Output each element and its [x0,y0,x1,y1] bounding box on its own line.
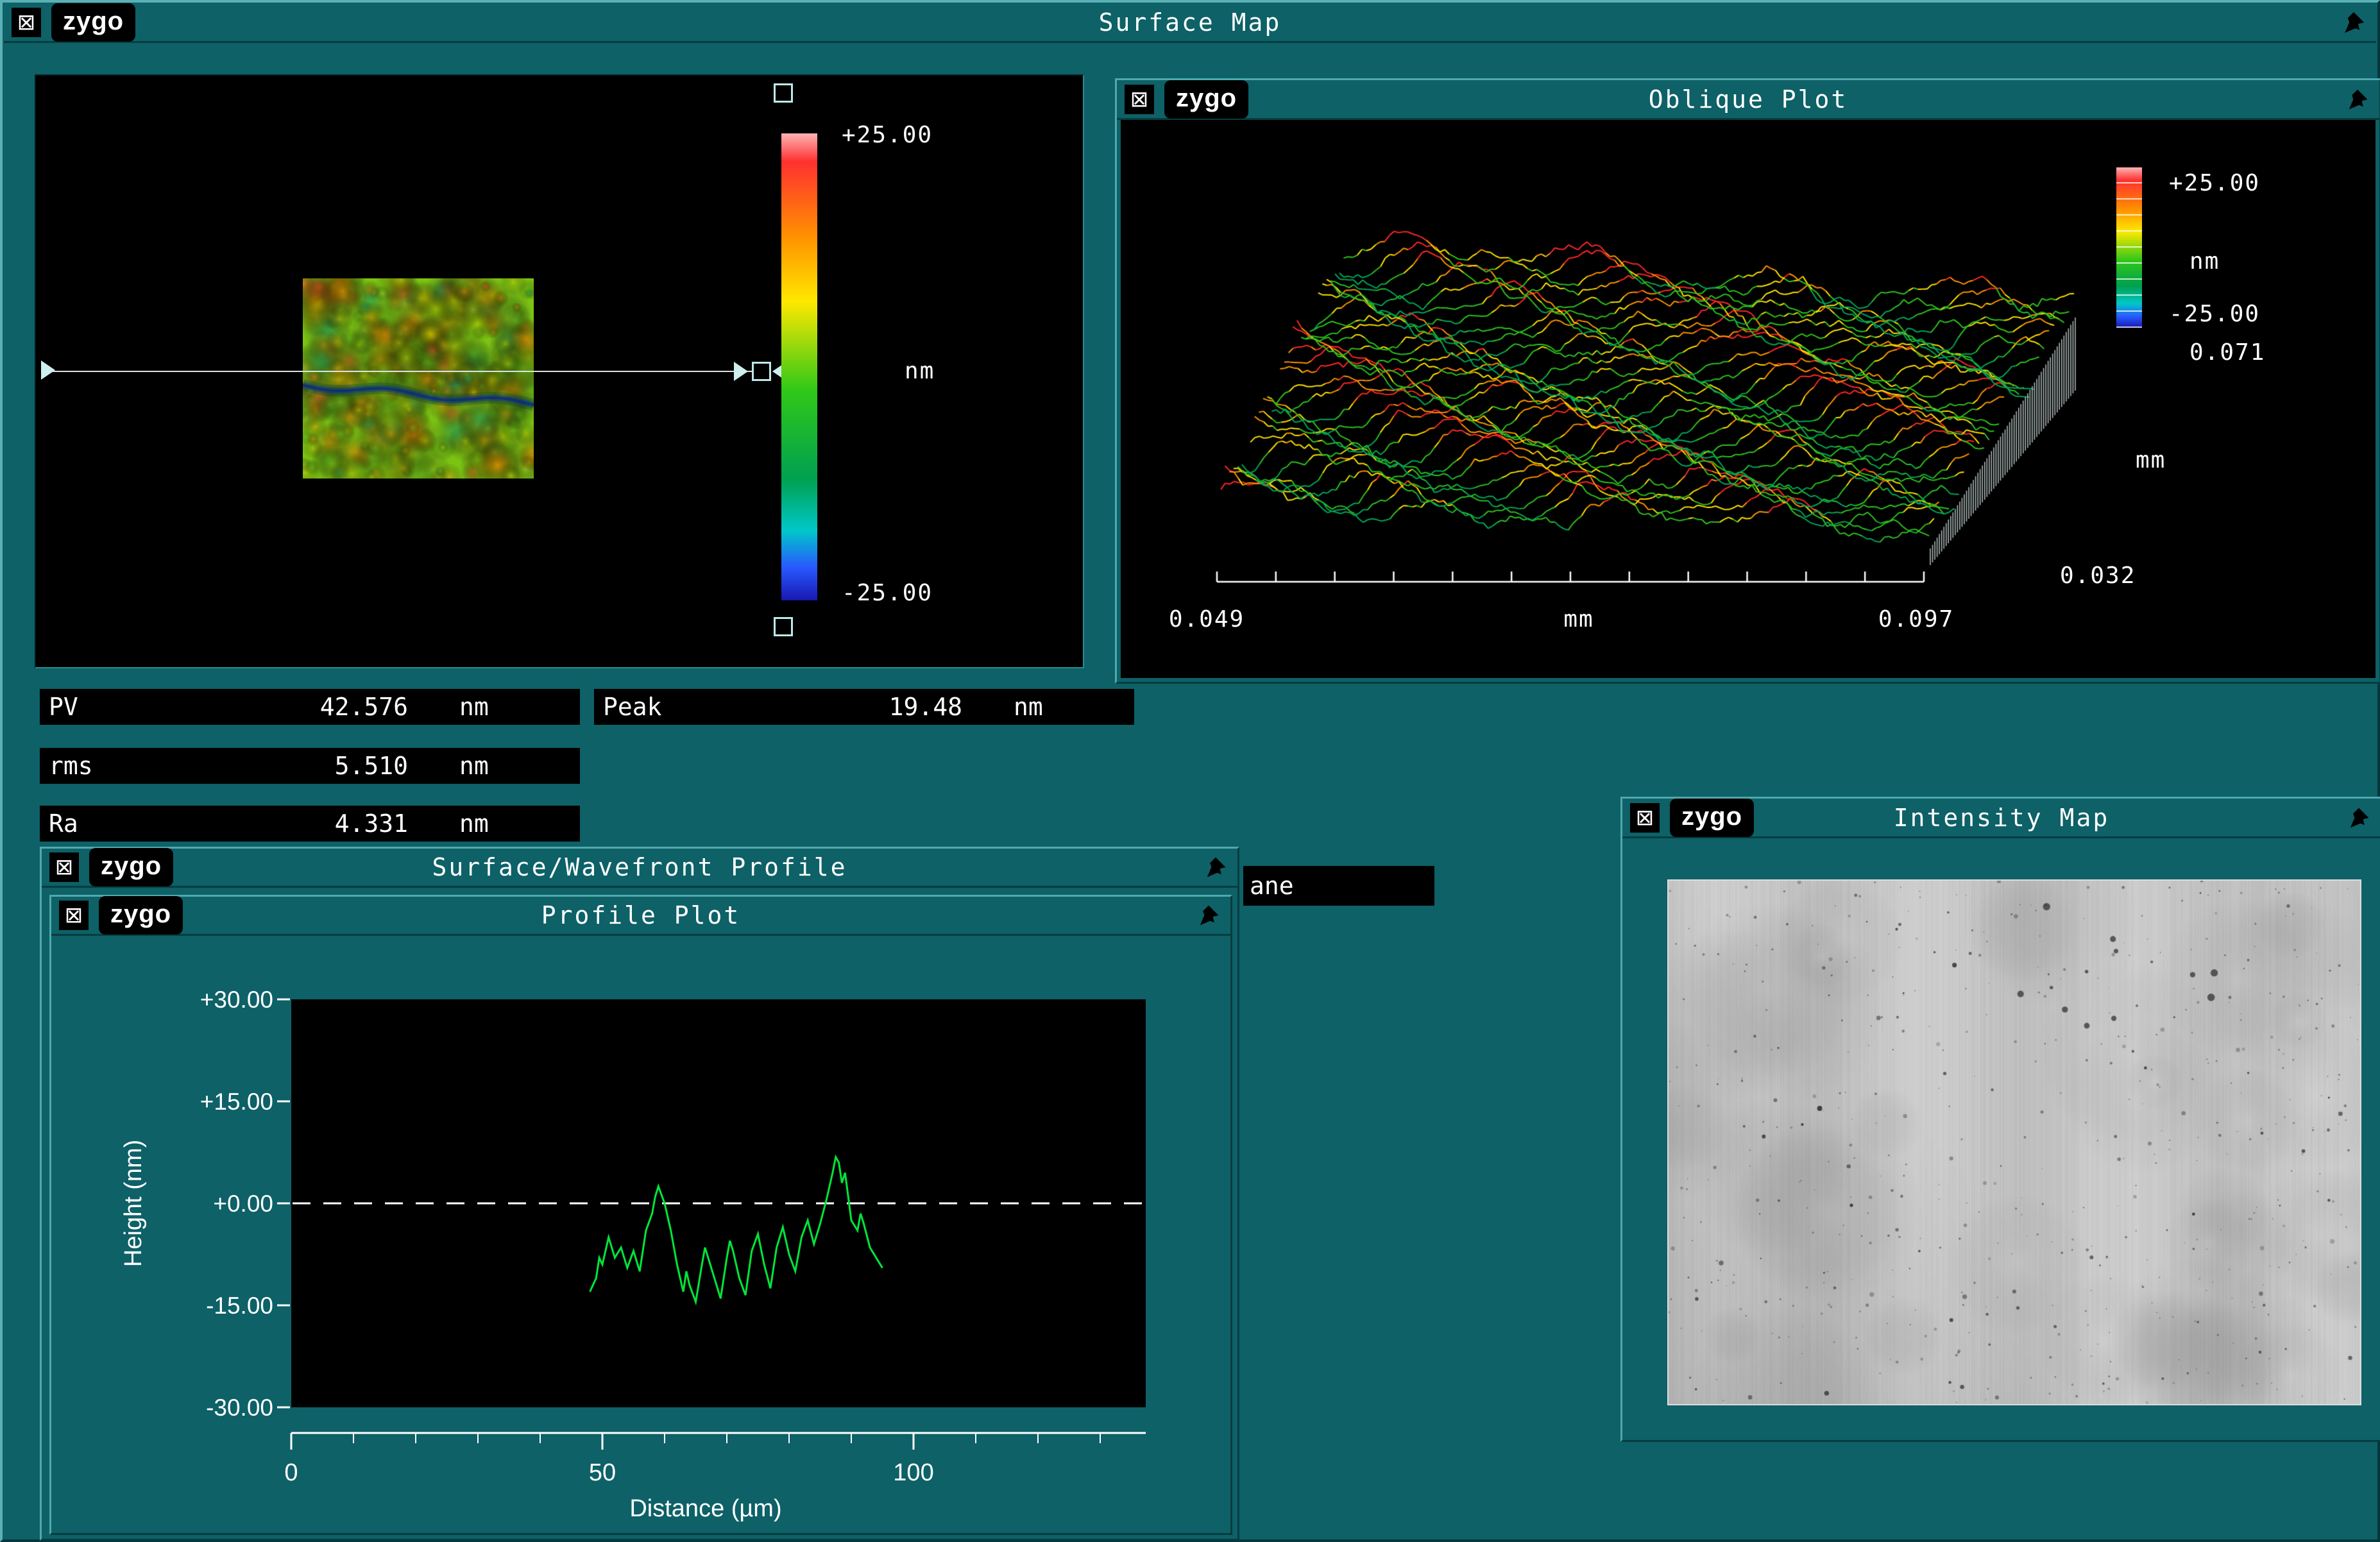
surface-height-map-image[interactable] [303,278,534,479]
svg-text:100: 100 [893,1459,933,1486]
oblique-yspan-label: 0.071 [2189,339,2265,366]
window-title: Surface/Wavefront Profile [42,853,1237,881]
profile-slice-line[interactable] [50,371,753,372]
oblique-colorbar[interactable] [2116,167,2142,328]
result-name: Ra [40,809,203,838]
result-unit: nm [459,693,489,721]
intensity-image [1667,879,2361,1405]
zygo-logo: zygo [1670,799,1754,837]
close-icon[interactable]: ⊠ [1125,85,1154,114]
slice-right-handle-icon[interactable] [734,362,748,381]
profile-plot-chart: +30.00 +15.00 +0.00 -15.00 -30.00 0 50 100 Heigh… [51,934,1227,1529]
result-value: 4.331 [203,809,408,838]
oblique-3d-wireframe [1121,120,2372,674]
oblique-yaxis-unit: mm [2136,447,2166,473]
oblique-colorbar-unit: nm [2189,248,2220,275]
surface-map-titlebar[interactable]: ⊠ zygo Surface Map [4,4,2376,43]
surface-wavefront-profile-window: ⊠ zygo Surface/Wavefront Profile ⊠ zygo … [40,847,1239,1541]
svg-text:+0.00: +0.00 [213,1190,273,1217]
close-icon[interactable]: ⊠ [49,852,79,882]
colorbar-unit-label: nm [905,358,935,384]
close-icon[interactable]: ⊠ [59,901,89,930]
window-title: Oblique Plot [1117,85,2379,114]
svg-text:-15.00: -15.00 [206,1292,273,1319]
metropro-desktop: { "logo": "zygo", "icons": { "close": "⊠… [0,0,2380,1542]
result-peak[interactable]: Peak 19.48 nm [594,689,1134,725]
result-value: 19.48 [757,693,962,721]
oblique-xaxis-unit: mm [1527,606,1630,632]
result-pv[interactable]: PV 42.576 nm [40,689,580,725]
intensity-map-window: ⊠ zygo Intensity Map [1620,797,2380,1442]
oblique-colorbar-min: -25.00 [2169,301,2260,327]
result-unit: nm [1014,693,1043,721]
slice-handle-box[interactable] [752,362,771,381]
zygo-logo: zygo [1164,80,1248,119]
colorbar-min-label: -25.00 [842,580,933,606]
pin-icon[interactable] [2339,8,2368,37]
oblique-plot-area [1121,120,2376,678]
pin-icon[interactable] [1194,901,1223,929]
colorbar-top-handle[interactable] [774,83,793,103]
profile-plot-window: ⊠ zygo Profile Plot +30.00 +15.00 +0.00 -15… [49,895,1232,1535]
svg-text:50: 50 [589,1459,616,1486]
pin-icon[interactable] [2343,85,2372,114]
close-icon[interactable]: ⊠ [12,8,41,37]
oblique-yaxis-min: 0.032 [2060,563,2136,589]
colorbar-bottom-handle[interactable] [774,617,793,636]
result-rms[interactable]: rms 5.510 nm [40,748,580,784]
height-colorbar[interactable] [781,133,817,600]
svg-text:0: 0 [284,1459,298,1486]
window-title: Profile Plot [51,901,1230,929]
zygo-logo: zygo [89,848,173,886]
pin-icon[interactable] [2345,804,2373,832]
pin-icon[interactable] [1202,853,1230,881]
zygo-logo: zygo [51,3,135,42]
oblique-plot-window: ⊠ zygo Oblique Plot +25.00 nm -25.00 0.0… [1115,78,2380,684]
zygo-logo: zygo [99,896,183,935]
result-name: PV [40,693,203,721]
result-unit: nm [459,752,489,780]
surface-map-plot-area: +25.00 nm -25.00 [35,74,1084,668]
window-title: Surface Map [4,8,2376,37]
close-icon[interactable]: ⊠ [1630,803,1660,833]
intensity-titlebar[interactable]: ⊠ zygo Intensity Map [1622,799,2380,838]
partial-readout[interactable]: ane [1243,866,1434,906]
oblique-colorbar-max: +25.00 [2169,170,2260,196]
oblique-xaxis-right: 0.097 [1865,606,1968,632]
svg-text:+15.00: +15.00 [200,1089,273,1115]
colorbar-max-label: +25.00 [842,122,933,148]
result-value: 5.510 [203,752,408,780]
oblique-titlebar[interactable]: ⊠ zygo Oblique Plot [1117,80,2379,120]
result-name: Peak [594,693,757,721]
slice-left-handle-icon[interactable] [41,360,55,380]
profile-titlebar[interactable]: ⊠ zygo Surface/Wavefront Profile [42,849,1237,888]
oblique-xaxis-left: 0.049 [1155,606,1258,632]
svg-text:-30.00: -30.00 [206,1394,273,1421]
profile-plot-titlebar[interactable]: ⊠ zygo Profile Plot [51,897,1230,936]
partial-readout-text: ane [1250,872,1294,900]
svg-text:Distance (µm): Distance (µm) [629,1495,781,1522]
result-unit: nm [459,809,489,838]
svg-text:+30.00: +30.00 [200,987,273,1013]
result-value: 42.576 [203,693,408,721]
result-name: rms [40,752,203,780]
svg-text:Height (nm): Height (nm) [120,1140,147,1267]
result-ra[interactable]: Ra 4.331 nm [40,806,580,842]
